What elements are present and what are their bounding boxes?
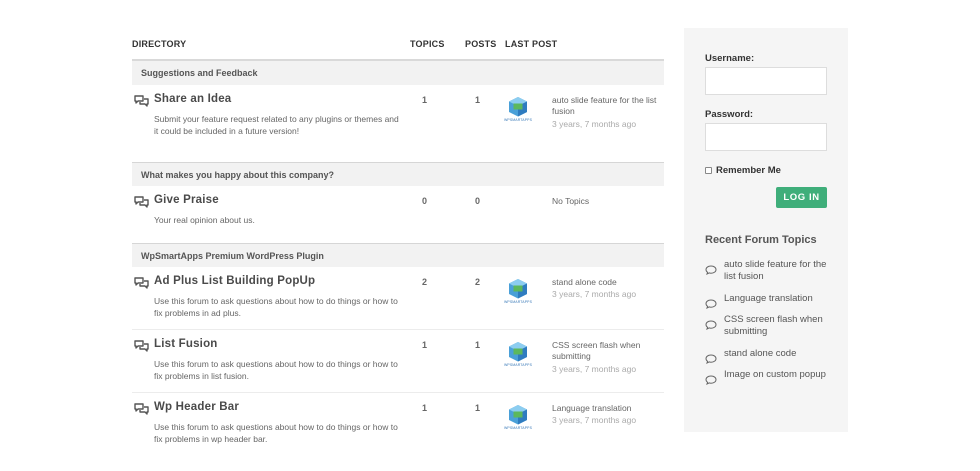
forum-description: Use this forum to ask questions about ho… xyxy=(154,359,398,381)
speech-bubble-icon xyxy=(705,296,717,310)
topic-count: 0 xyxy=(422,196,428,206)
last-post-link[interactable]: CSS screen flash when submitting xyxy=(552,340,667,362)
forum-title-link[interactable]: Share an Idea xyxy=(154,93,231,105)
header-last-post: LAST POST xyxy=(505,39,558,49)
avatar-caption: WPSMARTAPPS xyxy=(504,363,533,367)
last-post-time: 3 years, 7 months ago xyxy=(552,415,637,425)
remember-me[interactable]: Remember Me xyxy=(705,165,781,176)
avatar-caption: WPSMARTAPPS xyxy=(504,300,533,304)
forum-row: Ad Plus List Building PopUp Use this foru… xyxy=(132,267,664,330)
remember-me-label: Remember Me xyxy=(716,165,781,176)
category-header: Suggestions and Feedback xyxy=(132,61,664,85)
remember-me-checkbox[interactable] xyxy=(705,167,712,174)
forum-chat-icon xyxy=(134,195,149,208)
forum-row: Wp Header Bar Use this forum to ask quest… xyxy=(132,393,664,456)
username-label: Username: xyxy=(705,53,755,64)
table-header: DIRECTORY TOPICS POSTS LAST POST xyxy=(132,30,664,61)
forum-description: Submit your feature request related to a… xyxy=(154,114,399,136)
forum-directory-table: DIRECTORY TOPICS POSTS LAST POST Suggest… xyxy=(132,30,664,456)
recent-topic-link[interactable]: Language translation xyxy=(724,293,829,305)
recent-topic-link[interactable]: stand alone code xyxy=(724,348,829,360)
forum-description: Use this forum to ask questions about ho… xyxy=(154,422,398,444)
post-count: 2 xyxy=(475,277,481,287)
password-input[interactable] xyxy=(705,123,827,151)
category-header: WpSmartApps Premium WordPress Plugin xyxy=(132,243,664,267)
category-header: What makes you happy about this company? xyxy=(132,162,664,186)
forum-chat-icon xyxy=(134,94,149,107)
last-post-time: 3 years, 7 months ago xyxy=(552,119,637,129)
last-post-time: 3 years, 7 months ago xyxy=(552,364,637,374)
recent-topics-title: Recent Forum Topics xyxy=(705,234,817,246)
topic-count: 1 xyxy=(422,403,428,413)
topic-count: 2 xyxy=(422,277,428,287)
forum-row: List Fusion Use this forum to ask questio… xyxy=(132,330,664,393)
forum-chat-icon xyxy=(134,276,149,289)
login-button[interactable]: LOG IN xyxy=(776,187,827,208)
recent-topic-link[interactable]: auto slide feature for the list fusion xyxy=(724,259,829,282)
header-directory: DIRECTORY xyxy=(132,39,187,49)
speech-bubble-icon xyxy=(705,317,717,331)
post-count: 0 xyxy=(475,196,481,206)
last-post-link[interactable]: stand alone code xyxy=(552,277,667,288)
last-post-link: No Topics xyxy=(552,196,590,206)
recent-topic-link[interactable]: CSS screen flash when submitting xyxy=(724,314,829,337)
post-count: 1 xyxy=(475,403,481,413)
recent-topic-link[interactable]: Image on custom popup xyxy=(724,369,829,381)
last-post-link[interactable]: auto slide feature for the list fusion xyxy=(552,95,667,117)
avatar-caption: WPSMARTAPPS xyxy=(504,118,533,122)
header-posts: POSTS xyxy=(465,39,497,49)
last-post-time: 3 years, 7 months ago xyxy=(552,289,637,299)
topic-count: 1 xyxy=(422,340,428,350)
forum-description: Your real opinion about us. xyxy=(154,215,255,225)
forum-title-link[interactable]: Wp Header Bar xyxy=(154,401,239,413)
forum-row: Share an Idea Submit your feature request… xyxy=(132,85,664,162)
last-post-link[interactable]: Language translation xyxy=(552,403,667,414)
password-label: Password: xyxy=(705,109,754,120)
forum-title-link[interactable]: Ad Plus List Building PopUp xyxy=(154,275,315,287)
topic-count: 1 xyxy=(422,95,428,105)
post-count: 1 xyxy=(475,340,481,350)
avatar-caption: WPSMARTAPPS xyxy=(504,426,533,430)
forum-chat-icon xyxy=(134,402,149,415)
forum-chat-icon xyxy=(134,339,149,352)
forum-description: Use this forum to ask questions about ho… xyxy=(154,296,398,318)
post-count: 1 xyxy=(475,95,481,105)
speech-bubble-icon xyxy=(705,262,717,276)
speech-bubble-icon xyxy=(705,351,717,365)
forum-title-link[interactable]: List Fusion xyxy=(154,338,218,350)
forum-row: Give Praise Your real opinion about us. 0 0… xyxy=(132,186,664,243)
username-input[interactable] xyxy=(705,67,827,95)
forum-title-link[interactable]: Give Praise xyxy=(154,194,219,206)
forum-body: Suggestions and Feedback Share an Idea Sub… xyxy=(132,61,664,456)
sidebar: Username: Password: Remember Me LOG IN R… xyxy=(684,28,848,432)
speech-bubble-icon xyxy=(705,372,717,386)
header-topics: TOPICS xyxy=(410,39,445,49)
